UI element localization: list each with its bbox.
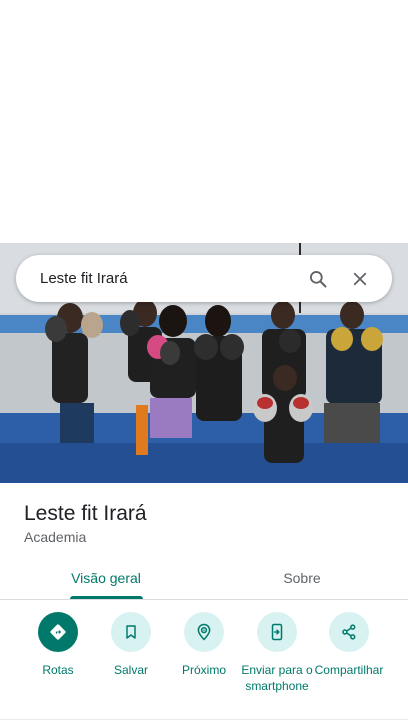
directions-label: Rotas: [42, 663, 74, 677]
directions-button-circle[interactable]: [38, 612, 78, 652]
place-category[interactable]: Academia: [24, 529, 86, 545]
bookmark-icon: [126, 625, 136, 639]
search-bar[interactable]: Leste fit Irará: [16, 255, 392, 302]
send-to-phone-button-circle[interactable]: [257, 612, 297, 652]
bottom-divider: [0, 719, 408, 720]
search-button[interactable]: [300, 261, 336, 297]
send-to-phone-button[interactable]: Enviar para o smartphone: [237, 612, 317, 694]
share-button[interactable]: Compartilhar: [309, 612, 389, 678]
nearby-button[interactable]: Próximo: [164, 612, 244, 678]
close-button[interactable]: [342, 261, 378, 297]
save-label: Salvar: [113, 663, 148, 677]
nearby-icon: [197, 623, 211, 641]
nearby-label: Próximo: [181, 663, 226, 677]
map-blank-area: [0, 0, 408, 243]
share-label: Compartilhar: [314, 663, 384, 677]
nearby-button-circle[interactable]: [184, 612, 224, 652]
directions-icon: [50, 624, 66, 640]
close-icon: [353, 272, 367, 285]
send-to-phone-icon: [271, 623, 283, 641]
active-tab-indicator: [70, 596, 143, 599]
share-button-circle[interactable]: [329, 612, 369, 652]
place-tabs: Visão geral Sobre: [0, 556, 408, 600]
place-title: Leste fit Irará: [24, 502, 147, 525]
tab-about[interactable]: Sobre: [232, 556, 372, 600]
tab-overview[interactable]: Visão geral: [36, 556, 176, 600]
action-buttons-row: Rotas Salvar Próximo Enviar para o smart…: [0, 612, 408, 712]
send-to-phone-label: Enviar para o smartphone: [241, 663, 313, 693]
search-icon: [310, 270, 327, 287]
save-button[interactable]: Salvar: [91, 612, 171, 678]
search-query-text[interactable]: Leste fit Irará: [40, 270, 300, 287]
save-button-circle[interactable]: [111, 612, 151, 652]
share-icon: [342, 624, 356, 640]
directions-button[interactable]: Rotas: [18, 612, 98, 678]
